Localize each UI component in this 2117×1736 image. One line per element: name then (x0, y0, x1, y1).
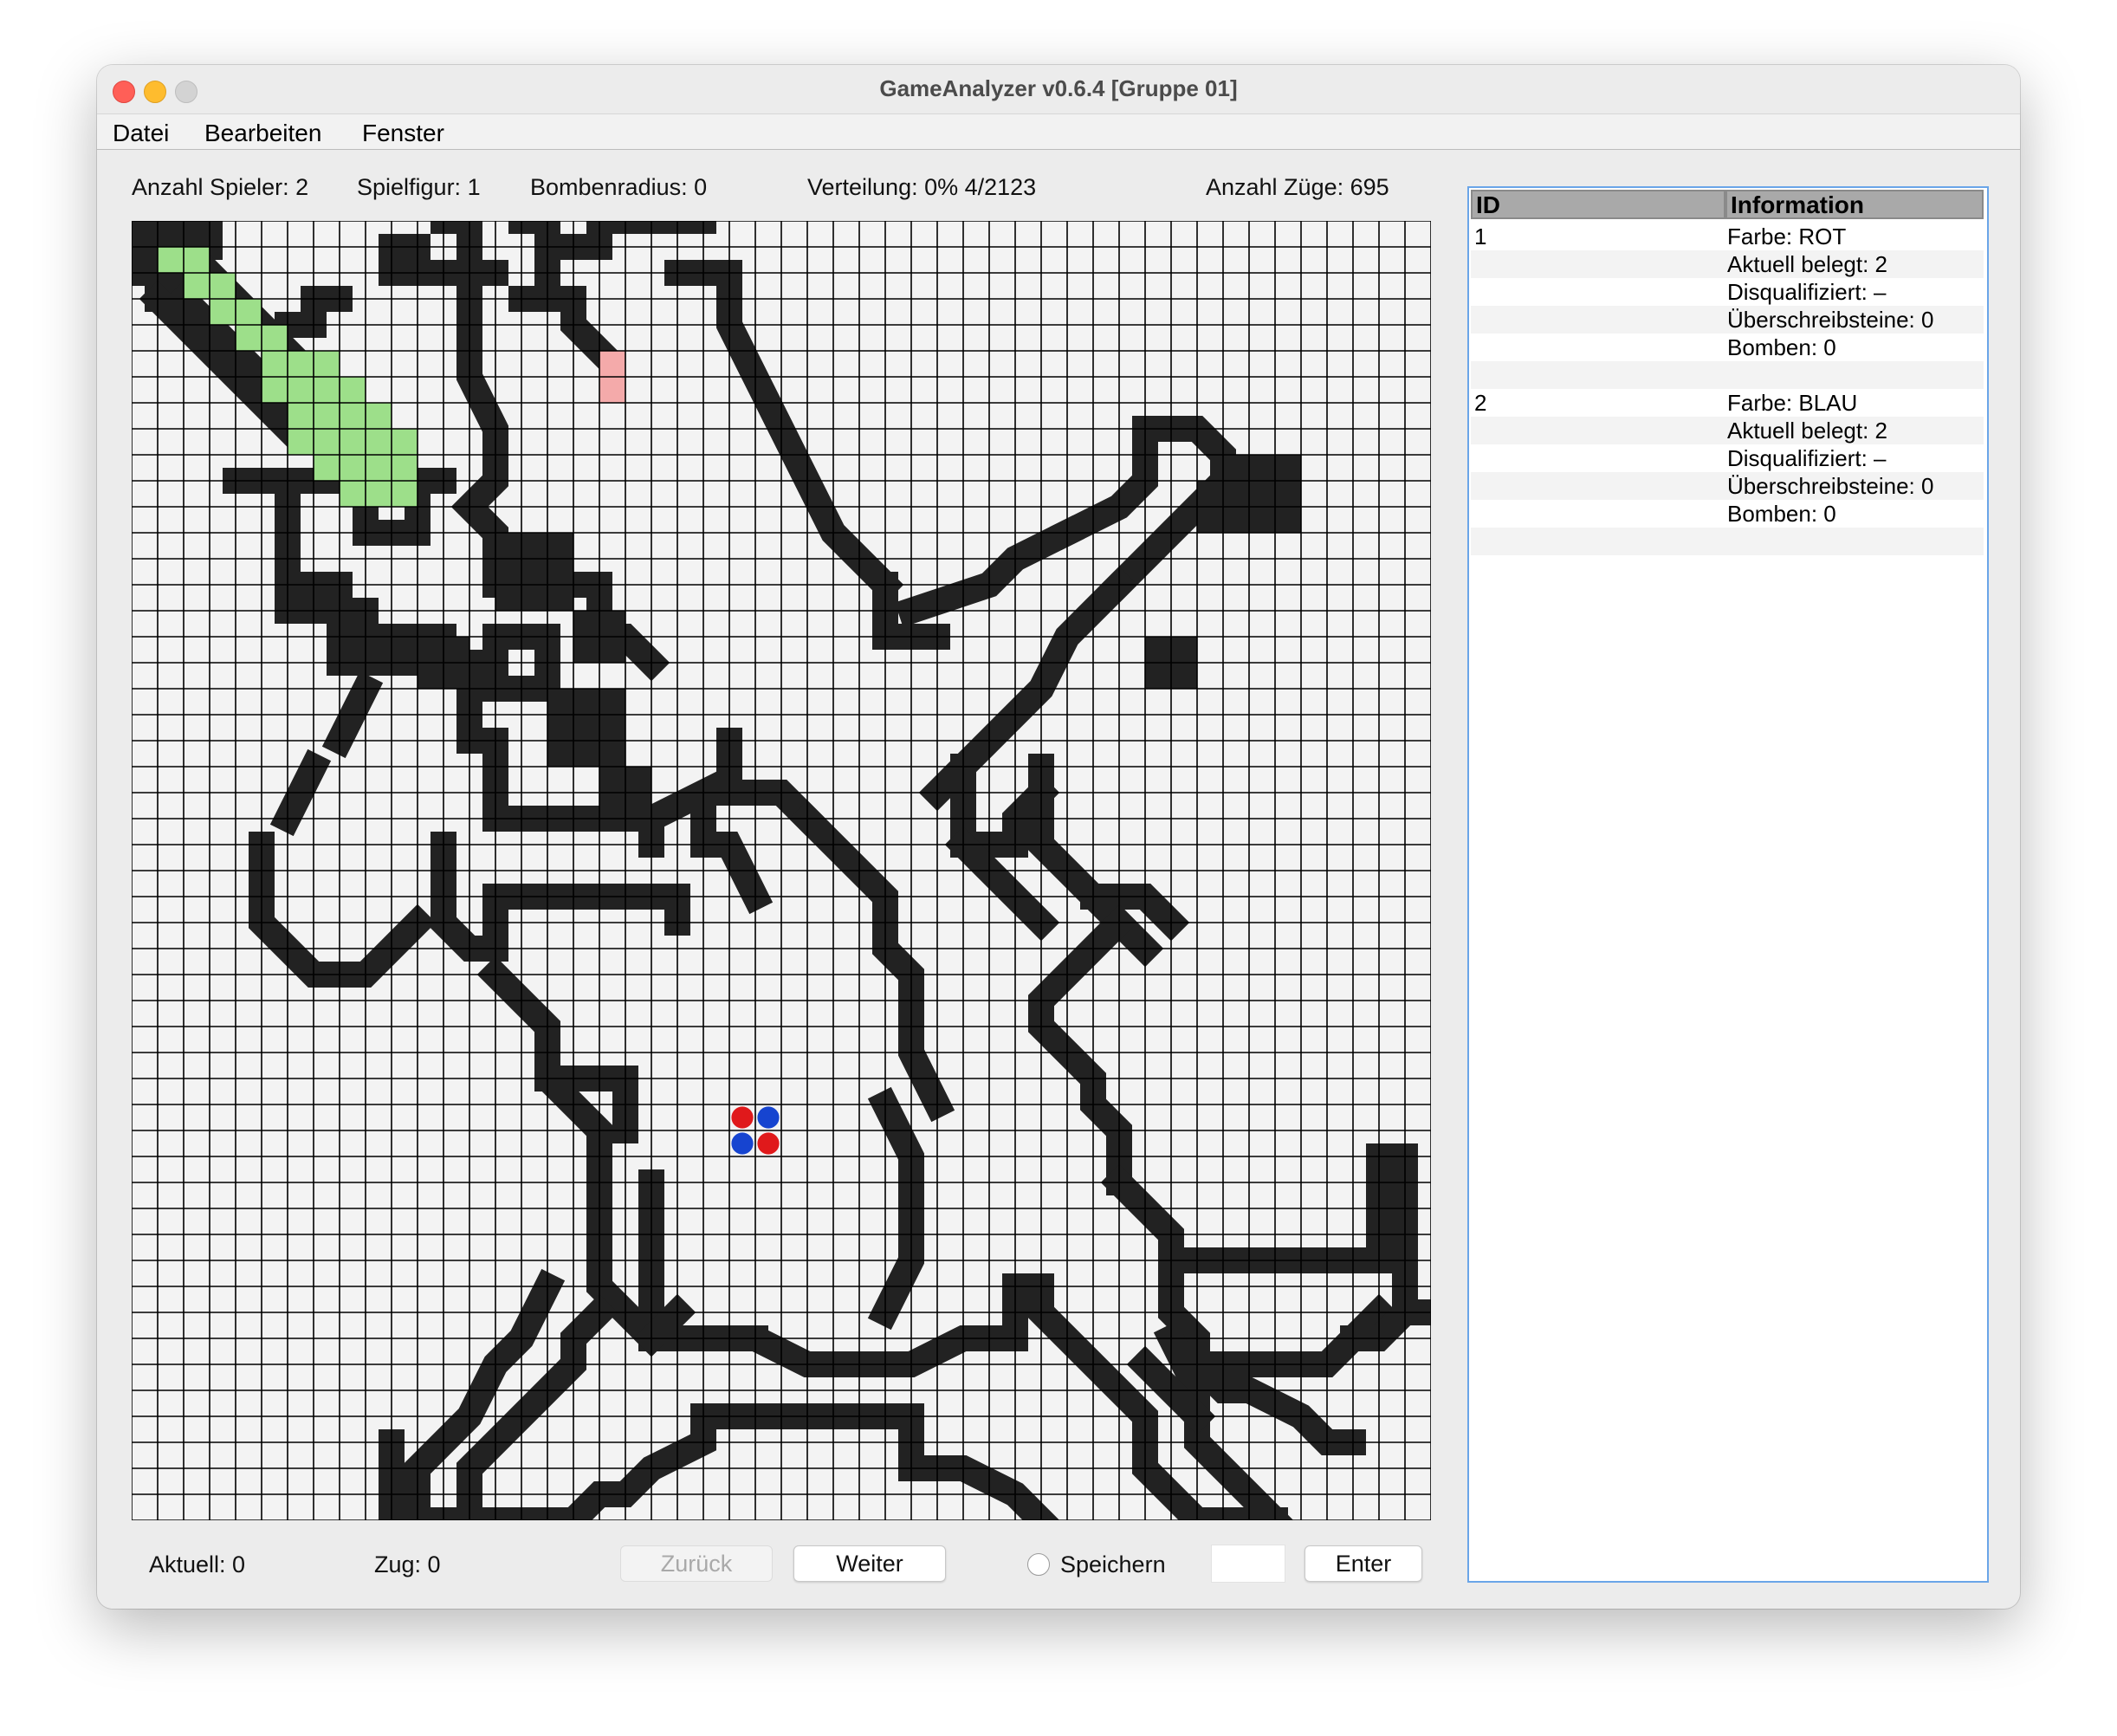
blue-piece (731, 1132, 754, 1155)
wall-block (495, 533, 573, 611)
cell-information: Farbe: BLAU (1727, 390, 1858, 416)
distribution-label: Verteilung: 0% 4/2123 (807, 174, 1037, 200)
move-input[interactable] (1211, 1545, 1285, 1583)
green-cell (262, 377, 288, 403)
cell-information: Disqualifiziert: – (1727, 279, 1887, 305)
green-cell (340, 429, 366, 455)
table-row[interactable]: Aktuell belegt: 2 (1471, 250, 1984, 278)
green-cell (210, 299, 236, 325)
app-window: GameAnalyzer v0.6.4 [Gruppe 01] Datei Be… (97, 65, 2020, 1609)
green-cell (288, 377, 314, 403)
cell-information: Aktuell belegt: 2 (1727, 251, 1888, 277)
red-piece (731, 1106, 754, 1129)
game-board[interactable] (132, 221, 1431, 1520)
menu-fenster[interactable]: Fenster (362, 120, 444, 147)
green-cell (236, 299, 262, 325)
green-cell (288, 351, 314, 377)
green-cell (184, 273, 210, 299)
cell-information: Überschreibsteine: 0 (1727, 307, 1934, 333)
green-cell (366, 429, 392, 455)
column-header-id[interactable]: ID (1471, 190, 1725, 219)
cell-information: Farbe: ROT (1727, 223, 1847, 249)
green-cell (288, 403, 314, 429)
menu-bearbeiten[interactable]: Bearbeiten (204, 120, 321, 147)
menu-datei[interactable]: Datei (113, 120, 169, 147)
red-piece (757, 1132, 780, 1155)
menu-bar: Datei Bearbeiten Fenster (97, 114, 2020, 150)
table-row[interactable]: Bomben: 0 (1471, 334, 1984, 361)
turn-label: Zug: 0 (374, 1551, 441, 1577)
table-row[interactable]: Disqualifiziert: – (1471, 444, 1984, 472)
current-label: Aktuell: 0 (149, 1551, 246, 1577)
table-row[interactable]: 1 Farbe: ROT (1471, 223, 1984, 250)
cell-information: Aktuell belegt: 2 (1727, 418, 1888, 444)
pink-cell (599, 377, 625, 403)
green-cell (340, 455, 366, 481)
figure-label: Spielfigur: 1 (357, 174, 481, 200)
cell-information: Disqualifiziert: – (1727, 445, 1887, 471)
green-cell (158, 247, 184, 273)
table-row[interactable] (1471, 361, 1984, 389)
green-cell (366, 481, 392, 507)
green-cell (314, 429, 340, 455)
green-cell (262, 325, 288, 351)
bomb-radius-label: Bombenradius: 0 (530, 174, 708, 200)
wall-block (547, 689, 625, 767)
green-cell (314, 377, 340, 403)
table-row[interactable]: Überschreibsteine: 0 (1471, 306, 1984, 334)
green-cell (314, 403, 340, 429)
green-cell (392, 429, 418, 455)
next-button[interactable]: Weiter (793, 1545, 946, 1582)
cell-information: Bomben: 0 (1727, 334, 1836, 360)
blue-piece (757, 1106, 780, 1129)
green-cell (262, 351, 288, 377)
cell-id: 1 (1474, 223, 1487, 249)
green-cell (236, 325, 262, 351)
table-row[interactable]: Disqualifiziert: – (1471, 278, 1984, 306)
cell-information: Überschreibsteine: 0 (1727, 473, 1934, 499)
cell-id: 2 (1474, 390, 1487, 416)
player-count-label: Anzahl Spieler: 2 (132, 174, 309, 200)
save-radio[interactable] (1027, 1553, 1050, 1576)
green-cell (340, 481, 366, 507)
green-cell (366, 455, 392, 481)
player-info-table[interactable]: ID Information 1 Farbe: ROT Aktuell belegt… (1467, 186, 1989, 1583)
table-row[interactable]: Überschreibsteine: 0 (1471, 472, 1984, 500)
green-cell (366, 403, 392, 429)
table-row[interactable]: Aktuell belegt: 2 (1471, 417, 1984, 444)
title-bar: GameAnalyzer v0.6.4 [Gruppe 01] (97, 65, 2020, 114)
back-button[interactable]: Zurück (620, 1545, 773, 1582)
green-cell (314, 455, 340, 481)
window-title: GameAnalyzer v0.6.4 [Gruppe 01] (879, 75, 1238, 101)
green-cell (340, 403, 366, 429)
green-cell (210, 273, 236, 299)
save-label: Speichern (1060, 1551, 1166, 1577)
table-row[interactable]: 2 Farbe: BLAU (1471, 389, 1984, 417)
green-cell (314, 351, 340, 377)
column-header-information[interactable]: Information (1725, 190, 1984, 219)
pink-cell (599, 351, 625, 377)
green-cell (392, 455, 418, 481)
move-count-label: Anzahl Züge: 695 (1206, 174, 1389, 200)
cell-information: Bomben: 0 (1727, 501, 1836, 527)
green-cell (340, 377, 366, 403)
table-row[interactable]: Bomben: 0 (1471, 500, 1984, 528)
green-cell (392, 481, 418, 507)
green-cell (184, 247, 210, 273)
green-cell (288, 429, 314, 455)
enter-button[interactable]: Enter (1305, 1545, 1422, 1582)
table-row[interactable] (1471, 528, 1984, 555)
